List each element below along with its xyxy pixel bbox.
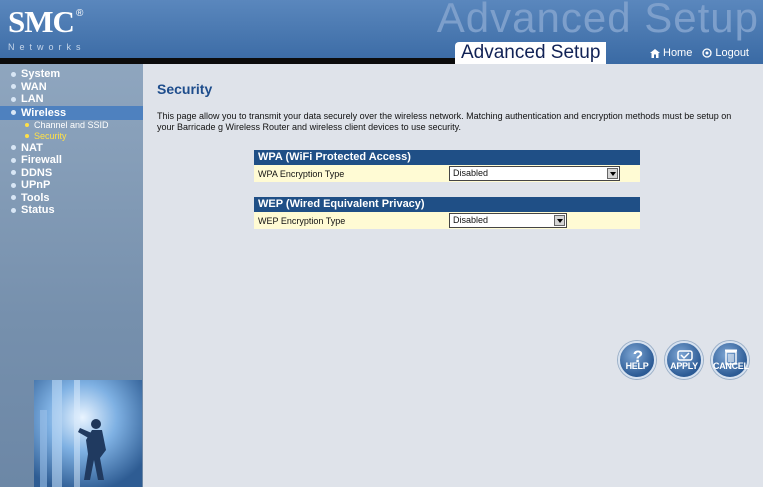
- sidebar-item-lan[interactable]: LAN: [0, 93, 143, 106]
- sidebar-item-label: WAN: [21, 80, 47, 93]
- bullet-icon: [11, 84, 16, 90]
- bullet-icon: [11, 207, 16, 213]
- home-link-label: Home: [663, 47, 693, 59]
- wpa-encryption-select[interactable]: Disabled: [449, 166, 620, 181]
- logout-link-label: Logout: [715, 47, 749, 59]
- sidebar-item-ddns[interactable]: DDNS: [0, 167, 143, 180]
- page-title: Security: [157, 81, 213, 97]
- sidebar-item-nat[interactable]: NAT: [0, 142, 143, 155]
- wep-row: WEP Encryption Type Disabled: [254, 212, 640, 229]
- sidebar-subitem-security[interactable]: Security: [0, 131, 143, 142]
- sidebar-item-wireless[interactable]: Wireless: [0, 105, 143, 120]
- logout-link[interactable]: Logout: [702, 47, 749, 59]
- sidebar-decorative-photo: [34, 380, 142, 487]
- home-link[interactable]: Home: [650, 47, 692, 59]
- wep-section-header: WEP (Wired Equivalent Privacy): [254, 197, 640, 212]
- main-content: Security This page allow you to transmit…: [143, 64, 763, 487]
- sidebar-item-status[interactable]: Status: [0, 204, 143, 217]
- sidebar-item-tools[interactable]: Tools: [0, 192, 143, 205]
- sidebar-item-label: Status: [21, 204, 55, 217]
- wpa-section: WPA (WiFi Protected Access) WPA Encrypti…: [254, 150, 640, 182]
- logo-subtitle: Networks: [8, 42, 86, 52]
- bullet-icon: [11, 71, 16, 77]
- sub-bullet-icon: [25, 123, 29, 127]
- sidebar-item-label: UPnP: [21, 179, 51, 192]
- wpa-encryption-value: Disabled: [453, 168, 489, 178]
- sub-bullet-icon: [25, 134, 29, 138]
- logo-brand: SMC: [8, 4, 75, 39]
- header-watermark: Advanced Setup: [436, 0, 759, 41]
- apply-button-label: APPLY: [670, 361, 698, 371]
- bullet-icon: [11, 157, 16, 163]
- wpa-section-header: WPA (WiFi Protected Access): [254, 150, 640, 165]
- sidebar-item-firewall[interactable]: Firewall: [0, 154, 143, 167]
- sidebar-subitem-channel-ssid[interactable]: Channel and SSID: [0, 120, 143, 131]
- sidebar-item-label: Firewall: [21, 154, 62, 167]
- sidebar-item-system[interactable]: System: [0, 68, 143, 81]
- bullet-icon: [11, 96, 16, 102]
- logout-icon: [702, 48, 712, 58]
- cancel-button-label: CANCEL: [713, 361, 749, 371]
- bullet-icon: [11, 110, 16, 115]
- sidebar-subitem-label: Security: [34, 131, 67, 141]
- sidebar-subitem-label: Channel and SSID: [34, 120, 109, 130]
- smc-logo: SMC ® Networks: [8, 6, 108, 53]
- sidebar-item-label: LAN: [21, 93, 44, 106]
- header-links: Home Logout: [650, 44, 749, 62]
- wpa-row: WPA Encryption Type Disabled: [254, 165, 640, 182]
- bullet-icon: [11, 170, 16, 176]
- bullet-icon: [11, 145, 16, 151]
- wep-encryption-select[interactable]: Disabled: [449, 213, 567, 228]
- sidebar-item-label: Tools: [21, 191, 50, 204]
- logo-registered-mark: ®: [76, 8, 84, 19]
- bullet-icon: [11, 182, 16, 188]
- header-bar: SMC ® Networks Advanced Setup Advanced S…: [0, 0, 763, 64]
- wep-encryption-value: Disabled: [453, 215, 489, 225]
- sidebar-item-label: DDNS: [21, 166, 53, 179]
- wep-section: WEP (Wired Equivalent Privacy) WEP Encry…: [254, 197, 640, 229]
- cancel-button[interactable]: CANCEL: [711, 341, 749, 379]
- sidebar: System WAN LAN Wireless Channel and SSID…: [0, 64, 143, 487]
- help-button[interactable]: ? HELP: [618, 341, 656, 379]
- sidebar-item-upnp[interactable]: UPnP: [0, 179, 143, 192]
- dropdown-arrow-icon: [554, 215, 565, 226]
- bullet-icon: [11, 195, 16, 201]
- dropdown-arrow-icon: [607, 168, 618, 179]
- home-icon: [650, 48, 660, 58]
- sidebar-item-label: NAT: [21, 141, 43, 154]
- wep-encryption-label: WEP Encryption Type: [258, 215, 346, 226]
- sidebar-menu: System WAN LAN Wireless Channel and SSID…: [0, 64, 143, 217]
- sidebar-item-wan[interactable]: WAN: [0, 81, 143, 94]
- intro-text: This page allow you to transmit your dat…: [157, 111, 732, 132]
- sidebar-item-label: Wireless: [21, 106, 67, 119]
- sidebar-item-label: System: [21, 68, 61, 81]
- page-section-title: Advanced Setup: [455, 42, 607, 64]
- apply-button[interactable]: APPLY: [665, 341, 703, 379]
- wpa-encryption-label: WPA Encryption Type: [258, 168, 345, 179]
- help-button-label: HELP: [625, 361, 649, 371]
